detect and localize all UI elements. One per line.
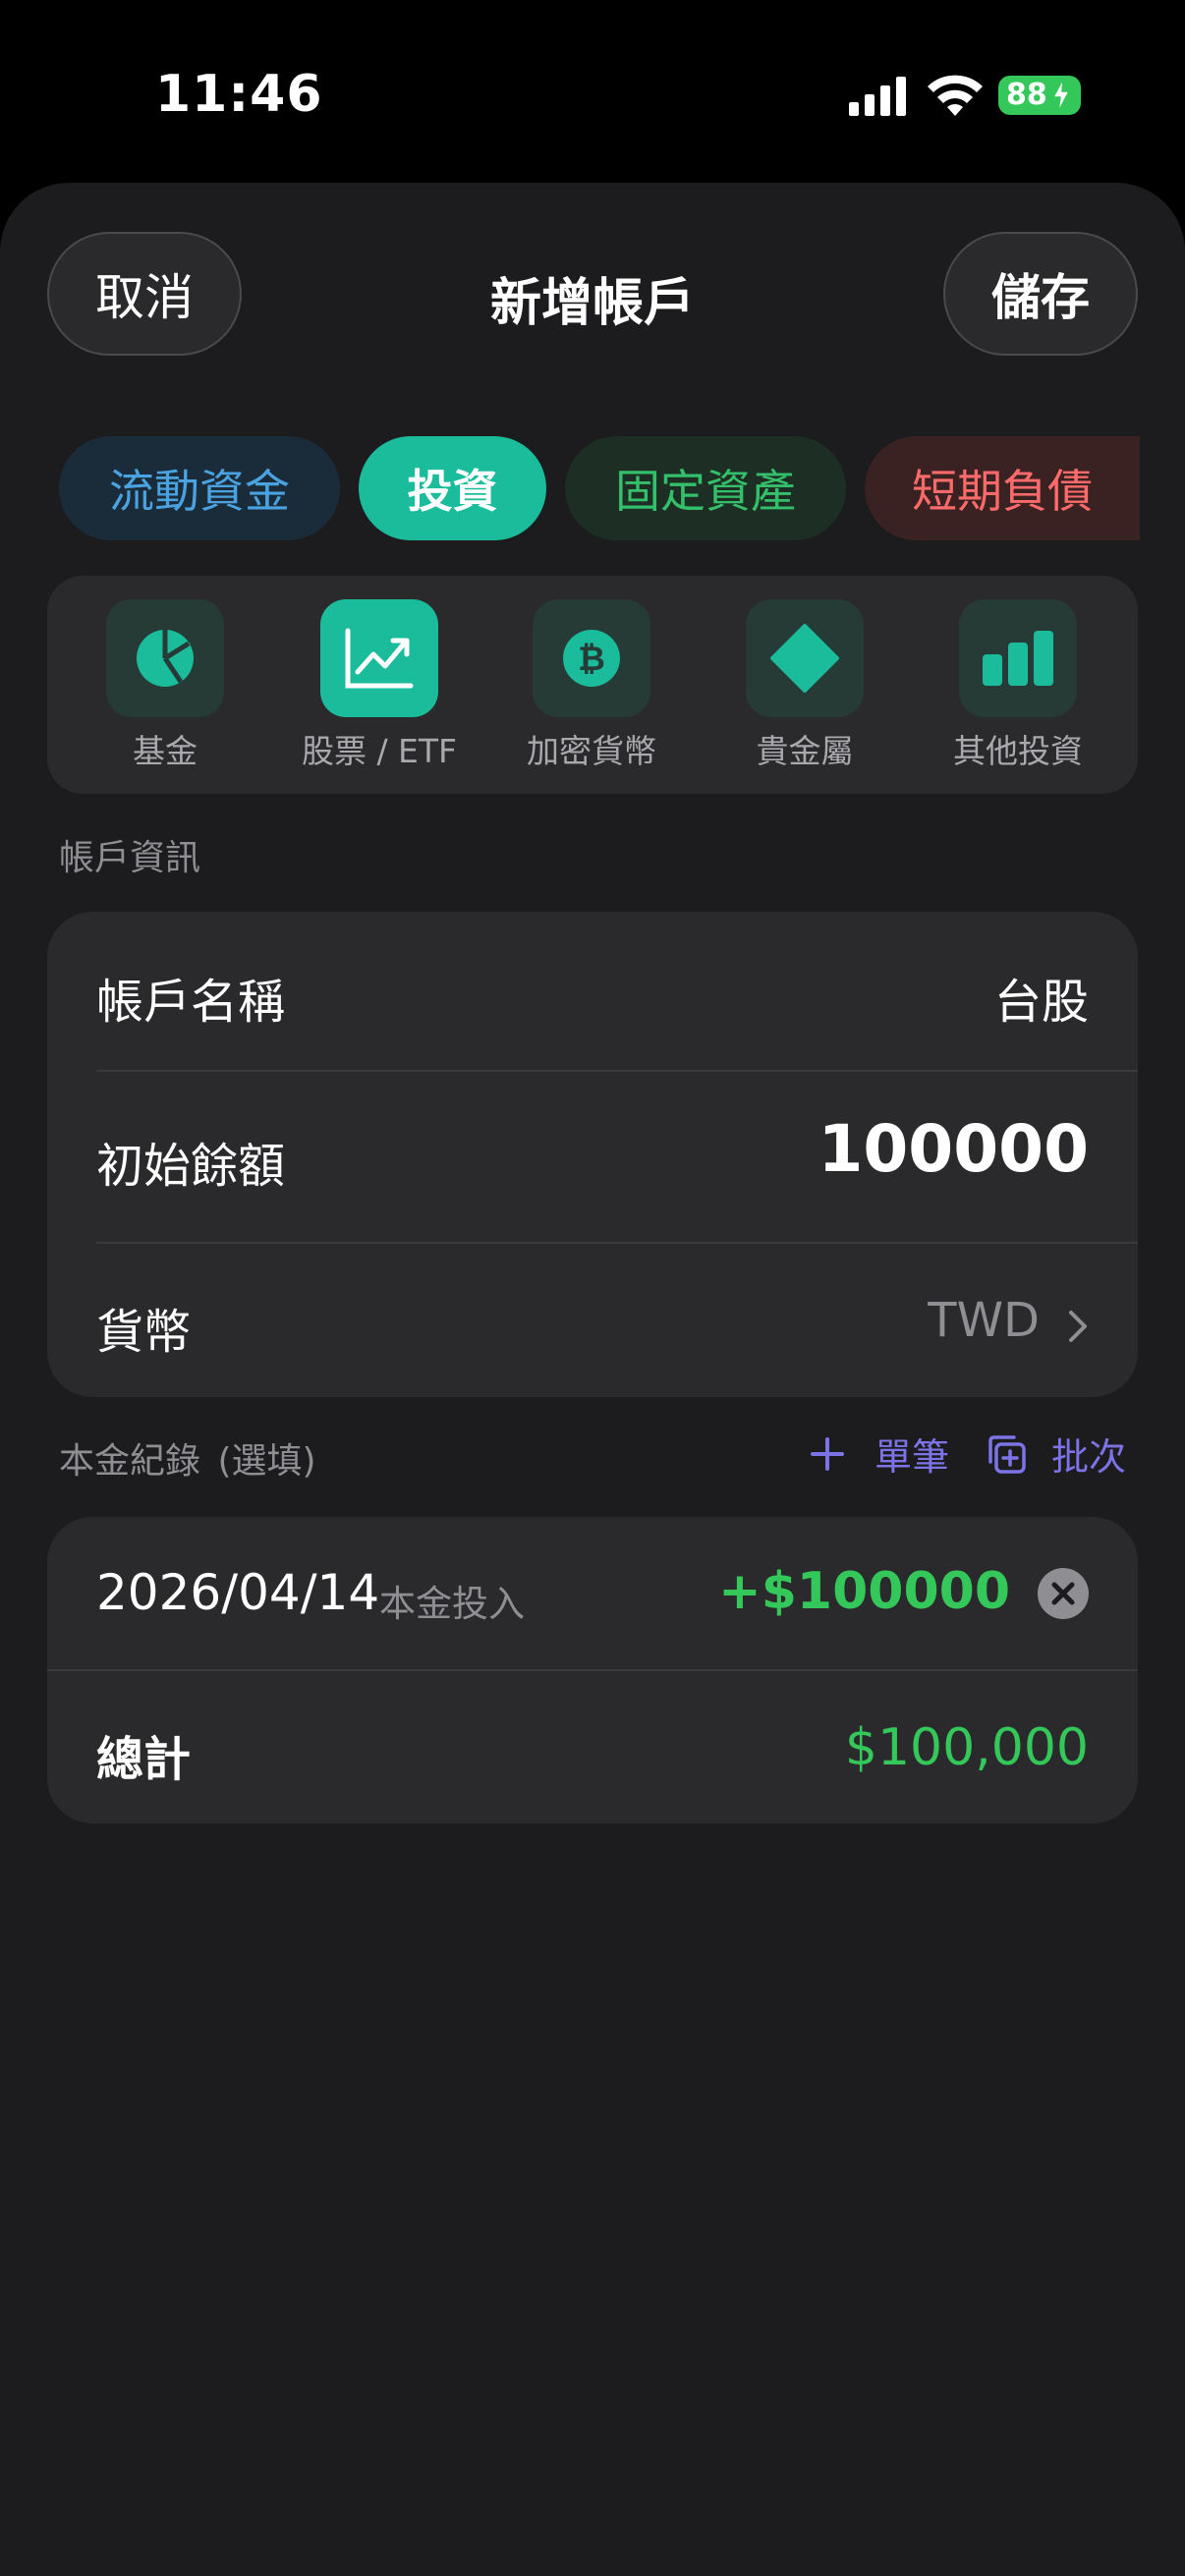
- chevron-right-icon: [1069, 1311, 1087, 1342]
- initial-balance-row[interactable]: 初始餘額 100000: [47, 1072, 1138, 1239]
- type-precious-metals[interactable]: 貴金屬: [706, 599, 903, 772]
- stock-etf-icon-box: [320, 599, 438, 717]
- category-liquid-funds[interactable]: 流動資金: [59, 436, 340, 540]
- other-investments-icon-box: [959, 599, 1077, 717]
- cellular-signal-icon: [849, 77, 906, 116]
- record-date: 2026/04/14: [96, 1564, 380, 1621]
- total-label: 總計: [96, 1732, 192, 1787]
- principal-record-row[interactable]: 2026/04/14 本金投入 +$100000: [47, 1517, 1138, 1669]
- principal-card: 2026/04/14 本金投入 +$100000 總計 $100,000: [47, 1517, 1138, 1823]
- bar-chart-icon: [983, 631, 1053, 686]
- add-single-button[interactable]: 單筆: [875, 1427, 949, 1481]
- battery-level: 88: [1006, 78, 1047, 112]
- bitcoin-icon: ₿: [563, 630, 620, 687]
- add-batch-button[interactable]: 批次: [1051, 1427, 1126, 1481]
- type-fund[interactable]: 基金: [67, 599, 263, 772]
- fund-icon-box: [106, 599, 224, 717]
- account-info-section-label: 帳戶資訊: [59, 838, 201, 878]
- type-crypto-label: 加密貨幣: [527, 732, 656, 770]
- currency-label: 貨幣: [96, 1305, 192, 1360]
- precious-metals-icon-box: [746, 599, 864, 717]
- account-name-value[interactable]: 台股: [994, 963, 1089, 1032]
- type-crypto[interactable]: ₿ 加密貨幣: [493, 599, 690, 772]
- add-record-actions: 單筆 批次: [810, 1427, 1126, 1481]
- type-other-investments[interactable]: 其他投資: [920, 599, 1116, 772]
- category-short-term-debt[interactable]: 短期負債: [865, 436, 1140, 540]
- initial-balance-value[interactable]: 100000: [818, 1111, 1089, 1187]
- charging-bolt-icon: [1053, 79, 1069, 112]
- plus-icon[interactable]: [810, 1436, 845, 1472]
- pie-chart-icon: [137, 630, 194, 687]
- account-name-label: 帳戶名稱: [96, 975, 286, 1030]
- wifi-icon: [928, 75, 983, 116]
- principal-section-label: 本金紀錄 (選填): [59, 1432, 316, 1484]
- category-fixed-assets[interactable]: 固定資產: [565, 436, 846, 540]
- total-value: $100,000: [844, 1718, 1089, 1777]
- type-fund-label: 基金: [133, 732, 198, 770]
- trend-up-icon: [345, 628, 414, 689]
- remove-record-icon[interactable]: [1038, 1568, 1089, 1619]
- type-other-investments-label: 其他投資: [953, 732, 1083, 770]
- crypto-icon-box: ₿: [533, 599, 650, 717]
- total-row: 總計 $100,000: [47, 1671, 1138, 1823]
- record-amount: +$100000: [718, 1562, 1010, 1621]
- principal-title: 本金紀錄: [59, 1441, 201, 1482]
- currency-row[interactable]: 貨幣 TWD: [47, 1244, 1138, 1397]
- batch-add-icon[interactable]: [985, 1432, 1028, 1476]
- currency-value: TWD: [928, 1293, 1040, 1348]
- initial-balance-label: 初始餘額: [96, 1139, 286, 1194]
- svg-text:₿: ₿: [578, 640, 605, 679]
- record-type: 本金投入: [379, 1583, 525, 1625]
- status-time: 11:46: [155, 65, 323, 124]
- save-button[interactable]: 儲存: [943, 232, 1138, 356]
- battery-cap: [1071, 88, 1077, 102]
- account-info-card: 帳戶名稱 台股 初始餘額 100000 貨幣 TWD: [47, 912, 1138, 1397]
- account-name-row[interactable]: 帳戶名稱 台股: [47, 912, 1138, 1071]
- diamond-icon: [770, 624, 839, 693]
- type-stock-etf[interactable]: 股票 / ETF: [281, 599, 478, 772]
- type-stock-etf-label: 股票 / ETF: [301, 732, 458, 770]
- type-precious-metals-label: 貴金屬: [756, 732, 854, 770]
- category-investment[interactable]: 投資: [359, 436, 546, 540]
- principal-optional: (選填): [217, 1441, 316, 1482]
